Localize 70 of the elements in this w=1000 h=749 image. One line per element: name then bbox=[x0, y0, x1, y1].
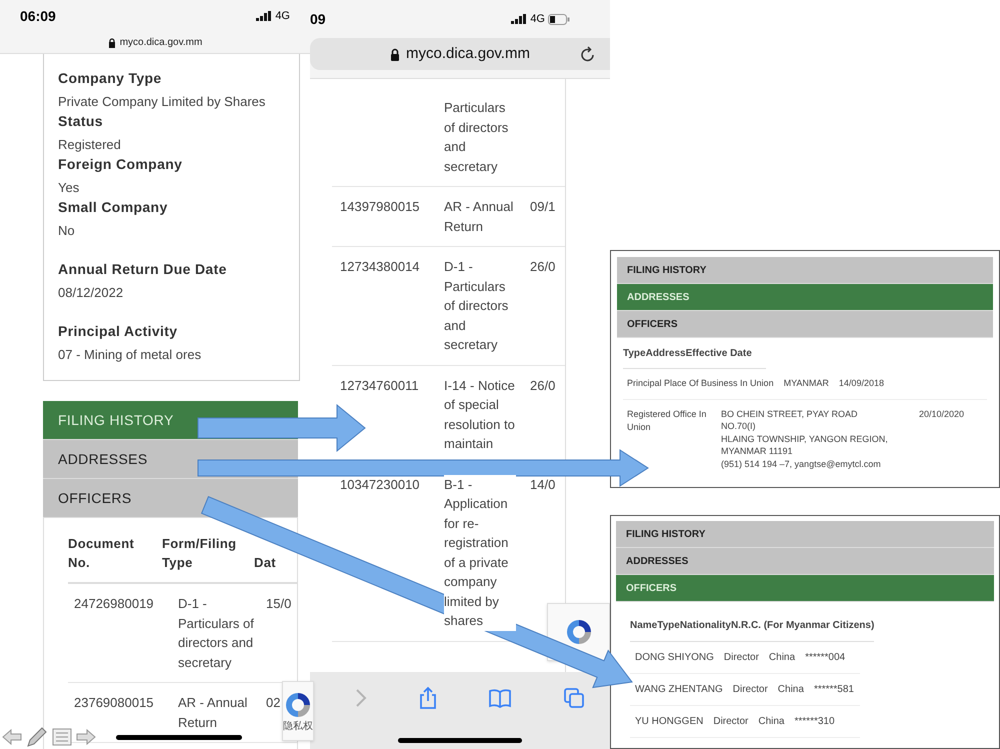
column-header: TypeAddressEffective Date bbox=[623, 346, 766, 369]
table-cell-text: 14/0 bbox=[529, 476, 556, 494]
privacy-text: 隐私权 bbox=[283, 722, 313, 732]
table-cell-text: 12734380014 bbox=[339, 258, 421, 276]
table-cell-text: 02 bbox=[266, 694, 280, 712]
table-cell-text: ******581 bbox=[814, 683, 854, 697]
table-cell-text: 09/1 bbox=[529, 198, 556, 216]
table-cell-text: Director bbox=[732, 683, 768, 697]
address-line: MYANMAR bbox=[784, 377, 829, 390]
table-cell-text: 10347230010 bbox=[339, 476, 421, 494]
table-cell-text: 15/0 bbox=[266, 595, 292, 613]
table-cell-text: Registered Office In Union bbox=[627, 408, 708, 434]
section-tab[interactable]: OFFICERS bbox=[617, 311, 993, 338]
table-cell-text: DONG SHIYONG bbox=[635, 651, 714, 665]
table-cell-text: 20/10/2020 bbox=[919, 408, 964, 420]
column-header: NameTypeNationalityN.R.C. (For Myanmar Citizens) bbox=[630, 618, 874, 642]
table-cell-text: YU HONGGEN bbox=[635, 715, 704, 729]
table-cell-text: Principal Place Of Business In Union bbox=[627, 377, 774, 390]
address-line: HLAING TOWNSHIP, YANGON REGION, bbox=[721, 432, 889, 445]
table-cell-text: 26/0 bbox=[529, 376, 556, 394]
table-cell-text: 12734760011 bbox=[339, 376, 420, 394]
table-cell: B-1 - Application for re-registration of a private company limited by shares bbox=[444, 474, 516, 630]
section-tab[interactable]: OFFICERS bbox=[616, 575, 994, 602]
column-header: Form/Filing Type bbox=[162, 535, 238, 572]
table-cell-text: 23769080015 bbox=[73, 694, 155, 712]
url-text: myco.dica.gov.mm bbox=[406, 44, 530, 64]
table-cell-text: ******004 bbox=[805, 651, 846, 665]
field-label: Foreign Company bbox=[58, 155, 184, 174]
field-value: 07 - Mining of metal ores bbox=[58, 346, 202, 364]
table-cell-text: Director bbox=[724, 651, 759, 665]
field-value: Private Company Limited by Shares bbox=[58, 93, 266, 111]
table-cell-text: 24726980019 bbox=[73, 595, 155, 613]
address-line: MYANMAR 11191 bbox=[721, 445, 794, 458]
table-cell-text: Director bbox=[713, 715, 748, 729]
table-cell-text: 26/0 bbox=[529, 258, 556, 276]
network-text: 4G bbox=[275, 8, 290, 24]
url-text: myco.dica.gov.mm bbox=[120, 36, 202, 50]
section-tab[interactable]: FILING HISTORY bbox=[616, 521, 994, 548]
clock-text: 09 bbox=[310, 10, 326, 28]
column-header: Document No. bbox=[68, 535, 136, 572]
section-tab[interactable]: ADDRESSES bbox=[616, 548, 994, 575]
table-cell-text: WANG ZHENTANG bbox=[635, 683, 723, 697]
section-tab[interactable]: FILING HISTORY bbox=[617, 257, 993, 284]
url-bar[interactable]: myco.dica.gov.mm bbox=[0, 32, 310, 54]
table-cell-text: China bbox=[768, 651, 796, 665]
field-value: Registered bbox=[58, 136, 122, 154]
field-label: Small Company bbox=[58, 198, 169, 217]
table-cell-text: 14/09/2018 bbox=[838, 377, 884, 390]
address-line: BO CHEIN STREET, PYAY ROAD bbox=[721, 408, 859, 420]
section-tab[interactable]: OFFICERS bbox=[43, 479, 298, 518]
address-line: (951) 514 194 –7, yangtse@emytcl.com bbox=[721, 458, 882, 470]
field-label: Status bbox=[58, 112, 104, 131]
column-header: Dat bbox=[254, 554, 277, 572]
clock-text: 06:09 bbox=[20, 6, 56, 26]
field-label: Annual Return Due Date bbox=[58, 260, 228, 279]
field-value: No bbox=[58, 222, 76, 240]
table-cell-text: China bbox=[778, 683, 804, 697]
url-bar[interactable]: myco.dica.gov.mm bbox=[310, 38, 610, 70]
table-cell-text: ******310 bbox=[794, 715, 835, 729]
field-label: Company Type bbox=[58, 69, 163, 88]
table-cell-text: 14397980015 bbox=[339, 198, 421, 216]
address-line: NO.70(I) bbox=[721, 420, 757, 432]
field-label: Principal Activity bbox=[58, 322, 178, 341]
section-tab[interactable]: ADDRESSES bbox=[617, 284, 993, 311]
network-text: 4G bbox=[530, 12, 545, 27]
table-cell-text: AR - Annual Return bbox=[178, 694, 248, 732]
table-cell-text: China bbox=[758, 715, 784, 729]
table-cell-text: D-1 - Particulars of directors and secretary bbox=[178, 595, 255, 672]
field-value: Yes bbox=[58, 179, 80, 197]
field-value: 08/12/2022 bbox=[58, 284, 124, 302]
